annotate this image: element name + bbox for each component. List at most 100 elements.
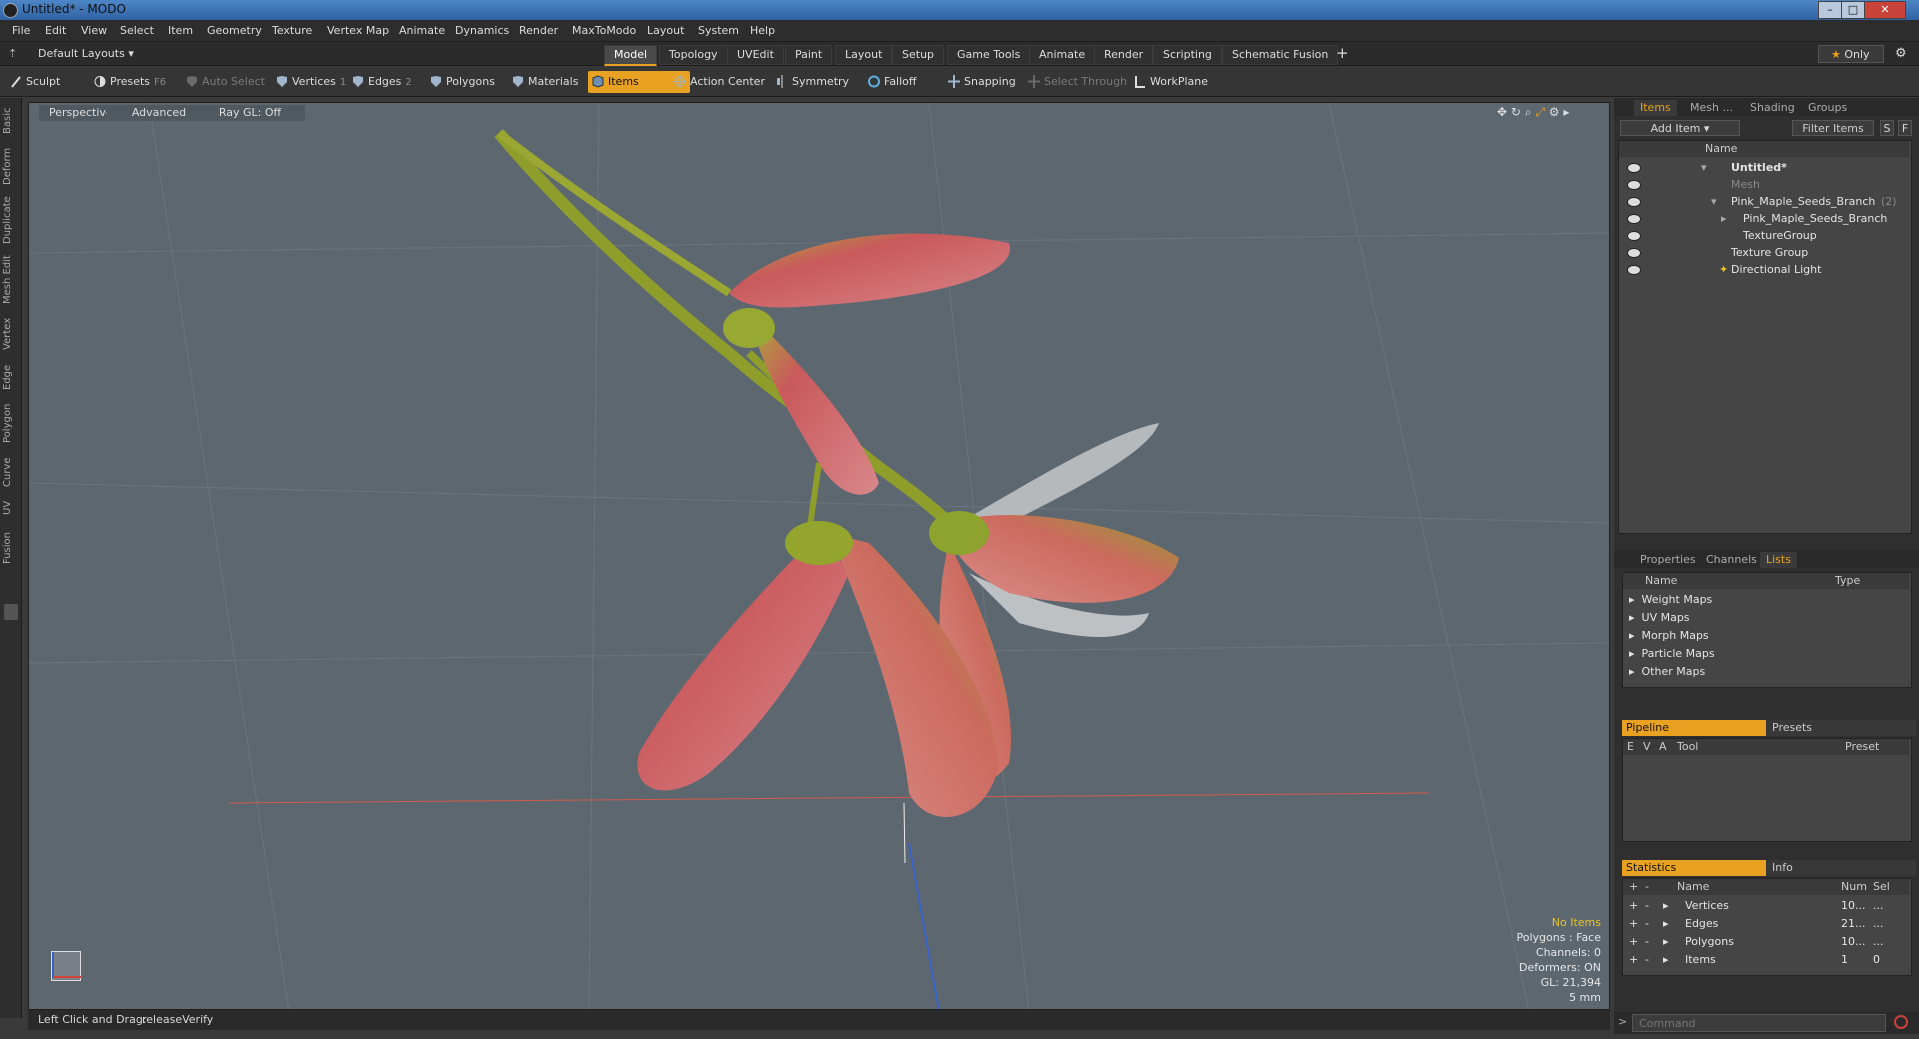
stats-row[interactable]: + - ▸ Items 1 0 — [1623, 951, 1909, 968]
tab-mesh[interactable]: Mesh ... — [1684, 100, 1739, 116]
only-toggle[interactable]: ★ Only — [1818, 45, 1884, 63]
vtab-duplicate[interactable]: Duplicate — [2, 194, 20, 246]
eye-icon[interactable] — [1627, 180, 1641, 190]
rotate-icon[interactable]: ↻ — [1511, 105, 1521, 119]
stats-row[interactable]: + - ▸ Polygons 10... ... — [1623, 933, 1909, 950]
s-toggle[interactable]: S — [1880, 120, 1894, 136]
maple-seeds-model[interactable] — [494, 129, 1179, 817]
layout-toggle-icon[interactable]: ⇡ — [8, 47, 17, 60]
list-item[interactable]: ▸ Particle Maps — [1629, 645, 1715, 662]
eye-icon[interactable] — [1627, 265, 1641, 275]
list-item[interactable]: ▸ Morph Maps — [1629, 627, 1709, 644]
vtab-uv[interactable]: UV — [2, 496, 20, 520]
list-item[interactable]: ▸ Other Maps — [1629, 663, 1705, 680]
tree-row[interactable]: Mesh — [1619, 176, 1909, 193]
tree-row[interactable]: Texture Group — [1619, 244, 1909, 261]
eye-icon[interactable] — [1627, 214, 1641, 224]
vtab-fusion[interactable]: Fusion — [2, 528, 20, 568]
viewport-menu-arrow-icon[interactable]: ▸ — [1563, 105, 1569, 119]
material-shield-icon — [513, 76, 523, 87]
vtab-basic[interactable]: Basic — [2, 104, 20, 138]
tab-topology[interactable]: Topology — [659, 45, 728, 65]
vtab-curve[interactable]: Curve — [2, 454, 20, 490]
tab-channels[interactable]: Channels — [1700, 552, 1763, 568]
tab-scripting[interactable]: Scripting — [1153, 45, 1222, 65]
tab-schematic-fusion[interactable]: Schematic Fusion — [1222, 45, 1339, 65]
viewport-gear-icon[interactable]: ⚙ — [1549, 105, 1560, 119]
maximize-button[interactable]: □ — [1841, 1, 1865, 19]
vtab-edge[interactable]: Edge — [2, 360, 20, 394]
eye-icon[interactable] — [1627, 248, 1641, 258]
menu-geometry[interactable]: Geometry — [207, 24, 262, 37]
add-tab-button[interactable]: + — [1336, 44, 1349, 62]
filter-items-field[interactable]: Filter Items — [1792, 120, 1874, 136]
menu-vertex-map[interactable]: Vertex Map — [327, 24, 389, 37]
tab-lists[interactable]: Lists — [1760, 552, 1797, 568]
tab-items[interactable]: Items — [1634, 100, 1677, 116]
menu-help[interactable]: Help — [750, 24, 775, 37]
eye-icon[interactable] — [1627, 231, 1641, 241]
menu-texture[interactable]: Texture — [272, 24, 312, 37]
stats-row[interactable]: + - ▸ Vertices 10... ... — [1623, 897, 1909, 914]
record-icon[interactable] — [1894, 1015, 1908, 1029]
close-button[interactable]: ✕ — [1864, 1, 1906, 19]
maximize-viewport-icon[interactable]: ⤢ — [1535, 105, 1545, 119]
action-center-button[interactable]: Action Center — [670, 71, 788, 93]
tab-layout[interactable]: Layout — [835, 45, 893, 65]
menu-animate[interactable]: Animate — [399, 24, 445, 37]
tab-presets[interactable]: Presets — [1766, 720, 1916, 736]
eye-icon[interactable] — [1627, 163, 1641, 173]
vtab-mesh-edit[interactable]: Mesh Edit — [2, 254, 20, 306]
tab-model[interactable]: Model — [604, 45, 658, 66]
menu-layout[interactable]: Layout — [647, 24, 684, 37]
tab-groups[interactable]: Groups — [1802, 100, 1853, 116]
tab-uvedit[interactable]: UVEdit — [727, 45, 784, 65]
tab-info[interactable]: Info — [1766, 860, 1916, 876]
tab-setup[interactable]: Setup — [892, 45, 945, 65]
tab-paint[interactable]: Paint — [785, 45, 833, 65]
menu-system[interactable]: System — [698, 24, 739, 37]
menu-file[interactable]: File — [12, 24, 30, 37]
menu-dynamics[interactable]: Dynamics — [455, 24, 509, 37]
list-item[interactable]: ▸ Weight Maps — [1629, 591, 1712, 608]
menu-render[interactable]: Render — [519, 24, 558, 37]
gear-icon[interactable]: ⚙ — [1895, 46, 1907, 61]
menu-edit[interactable]: Edit — [45, 24, 66, 37]
pan-icon[interactable]: ✥ — [1497, 105, 1507, 119]
zoom-icon[interactable]: ⌕ — [1525, 105, 1532, 119]
tab-shading[interactable]: Shading — [1744, 100, 1801, 116]
menu-item[interactable]: Item — [168, 24, 193, 37]
expand-arrow-icon[interactable]: ▸ — [1721, 210, 1727, 227]
menu-select[interactable]: Select — [120, 24, 154, 37]
3d-viewport[interactable]: Perspective Advanced Ray GL: Off ✥ ↻ ⌕ ⤢… — [28, 102, 1610, 1010]
minimize-button[interactable]: – — [1818, 1, 1842, 19]
f-toggle[interactable]: F — [1898, 120, 1912, 136]
tree-row[interactable]: ▾ Untitled* — [1619, 159, 1909, 176]
tab-animate[interactable]: Animate — [1029, 45, 1096, 65]
expand-arrow-icon[interactable]: ▾ — [1701, 159, 1707, 176]
workplane-button[interactable]: WorkPlane — [1130, 71, 1240, 93]
menu-maxtomodo[interactable]: MaxToModo — [572, 24, 636, 37]
tree-row[interactable]: ▸ Pink_Maple_Seeds_Branch — [1619, 210, 1909, 227]
add-item-button[interactable]: Add Item ▾ — [1620, 120, 1740, 136]
vtab-deform[interactable]: Deform — [2, 146, 20, 186]
tree-row[interactable]: TextureGroup — [1619, 227, 1909, 244]
tool-tabs-toggle[interactable] — [4, 604, 18, 620]
tree-row[interactable]: ▾ Pink_Maple_Seeds_Branch (2) — [1619, 193, 1909, 210]
tree-row[interactable]: ✦ Directional Light — [1619, 261, 1909, 278]
tab-game-tools[interactable]: Game Tools — [947, 45, 1031, 65]
default-layouts-dropdown[interactable]: Default Layouts ▾ — [38, 47, 134, 60]
tab-statistics[interactable]: Statistics — [1622, 860, 1770, 876]
eye-icon[interactable] — [1627, 197, 1641, 207]
vtab-vertex[interactable]: Vertex — [2, 314, 20, 354]
expand-arrow-icon[interactable]: ▾ — [1711, 193, 1717, 210]
tab-pipeline[interactable]: Pipeline — [1622, 720, 1770, 736]
stats-row[interactable]: + - ▸ Edges 21... ... — [1623, 915, 1909, 932]
raygl-toggle[interactable]: Ray GL: Off — [195, 105, 305, 121]
tab-render[interactable]: Render — [1094, 45, 1154, 65]
list-item[interactable]: ▸ UV Maps — [1629, 609, 1690, 626]
tab-properties[interactable]: Properties — [1634, 552, 1702, 568]
vtab-polygon[interactable]: Polygon — [2, 400, 20, 446]
menu-view[interactable]: View — [81, 24, 107, 37]
command-input[interactable] — [1632, 1014, 1886, 1032]
